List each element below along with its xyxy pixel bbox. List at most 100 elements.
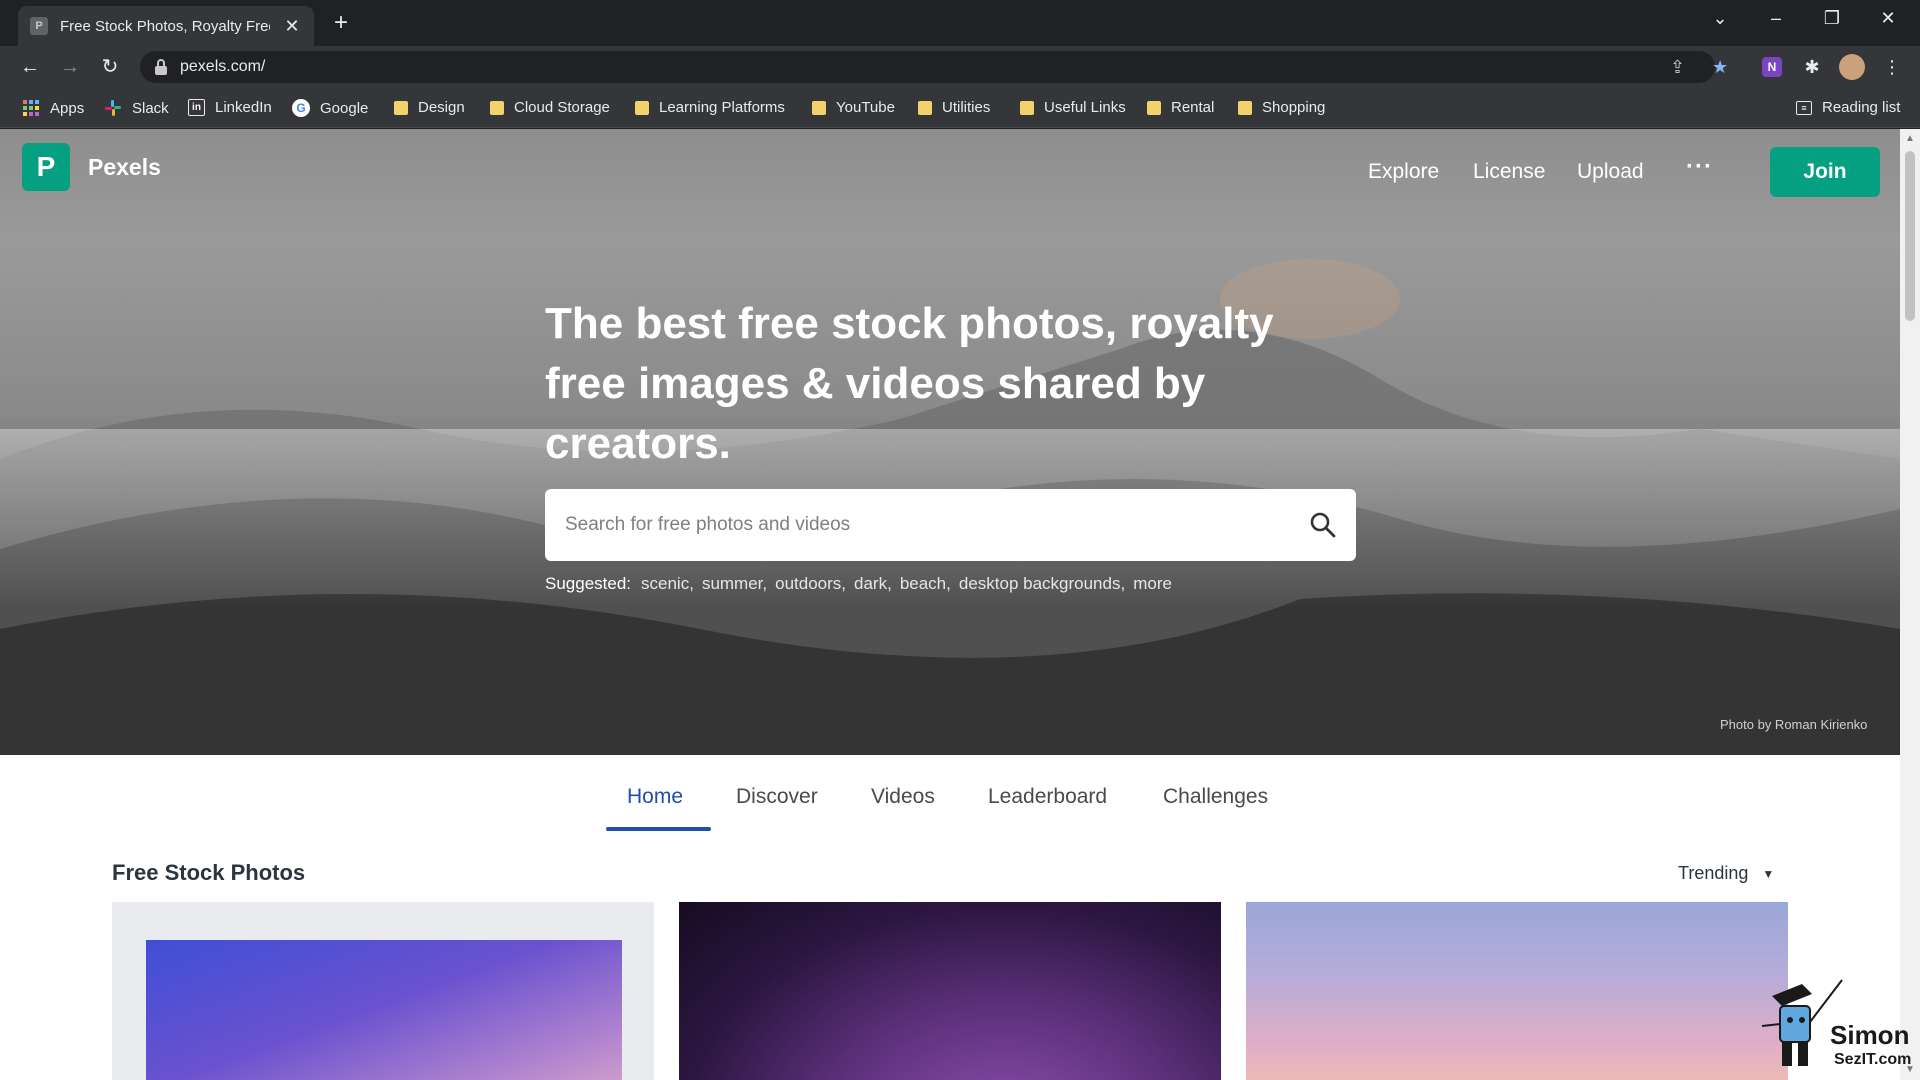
- sort-dropdown[interactable]: Trending ▼: [1678, 863, 1774, 884]
- hero-section: P Pexels Explore License Upload ··· Join…: [0, 129, 1900, 755]
- close-tab-icon[interactable]: ✕: [282, 16, 302, 37]
- suggested-more[interactable]: more: [1133, 574, 1172, 594]
- browser-menu-icon[interactable]: ⋮: [1880, 55, 1904, 79]
- onenote-extension-icon[interactable]: N: [1762, 57, 1782, 77]
- search-input[interactable]: [565, 489, 1305, 561]
- bookmark-slack[interactable]: Slack: [104, 99, 169, 117]
- photo-card[interactable]: [1246, 902, 1788, 1080]
- photo-credit[interactable]: Photo by Roman Kirienko: [1720, 717, 1867, 732]
- bookmark-label: LinkedIn: [215, 99, 272, 116]
- share-icon[interactable]: ⇪: [1670, 57, 1685, 78]
- tab-discover[interactable]: Discover: [736, 785, 818, 809]
- suggested-desktop-backgrounds[interactable]: desktop backgrounds,: [959, 574, 1125, 594]
- scrollbar-thumb[interactable]: [1905, 151, 1915, 321]
- browser-tab[interactable]: P Free Stock Photos, Royalty Free ✕: [18, 6, 314, 46]
- bookmark-label: Design: [418, 99, 465, 116]
- search-box: [545, 489, 1356, 561]
- photo-card[interactable]: [112, 902, 654, 1080]
- bookmark-google[interactable]: G Google: [292, 99, 368, 117]
- bookmark-utilities[interactable]: Utilities: [918, 99, 990, 116]
- tab-leaderboard[interactable]: Leaderboard: [988, 785, 1107, 809]
- bookmark-rental[interactable]: Rental: [1147, 99, 1214, 116]
- back-icon[interactable]: ←: [16, 55, 44, 79]
- bookmark-label: Slack: [132, 99, 169, 117]
- bookmark-cloud-storage[interactable]: Cloud Storage: [490, 99, 610, 116]
- browser-tab-bar: P Free Stock Photos, Royalty Free ✕ + ⌄ …: [0, 0, 1920, 46]
- bookmark-design[interactable]: Design: [394, 99, 465, 116]
- bookmark-apps[interactable]: Apps: [22, 99, 84, 117]
- nav-license[interactable]: License: [1473, 160, 1545, 184]
- join-button[interactable]: Join: [1770, 147, 1880, 197]
- folder-icon: [918, 100, 932, 115]
- bookmark-shopping[interactable]: Shopping: [1238, 99, 1325, 116]
- tab-home[interactable]: Home: [627, 785, 683, 809]
- reading-list-label: Reading list: [1822, 99, 1901, 116]
- bookmarks-bar: Apps Slack in LinkedIn G Google Design C…: [0, 88, 1920, 128]
- nav-upload[interactable]: Upload: [1577, 160, 1644, 184]
- folder-icon: [635, 100, 649, 115]
- photo-card[interactable]: [679, 902, 1221, 1080]
- active-tab-indicator: [606, 827, 711, 831]
- folder-icon: [490, 100, 504, 115]
- suggested-beach[interactable]: beach,: [900, 574, 951, 594]
- watermark-text-2: SezIT.com: [1834, 1051, 1911, 1068]
- folder-icon: [1020, 100, 1034, 115]
- tab-videos[interactable]: Videos: [871, 785, 935, 809]
- tab-search-icon[interactable]: ⌄: [1700, 8, 1740, 29]
- pexels-logo[interactable]: P Pexels: [22, 143, 161, 191]
- bookmark-useful-links[interactable]: Useful Links: [1020, 99, 1126, 116]
- bookmark-star-icon[interactable]: ★: [1712, 57, 1728, 78]
- minimize-icon[interactable]: –: [1756, 8, 1796, 29]
- apps-grid-icon: [22, 99, 40, 117]
- suggested-scenic[interactable]: scenic,: [641, 574, 694, 594]
- suggested-outdoors[interactable]: outdoors,: [775, 574, 846, 594]
- bookmark-label: Shopping: [1262, 99, 1326, 116]
- address-bar[interactable]: pexels.com/ ⇪ ★: [140, 51, 1728, 83]
- lock-icon: [155, 59, 167, 75]
- bookmark-label: Cloud Storage: [514, 99, 610, 116]
- tab-challenges[interactable]: Challenges: [1163, 785, 1268, 809]
- linkedin-icon: in: [188, 99, 205, 116]
- web-page: P Pexels Explore License Upload ··· Join…: [0, 129, 1900, 1080]
- scroll-up-icon[interactable]: ▲: [1905, 133, 1915, 144]
- close-window-icon[interactable]: ✕: [1868, 8, 1908, 29]
- site-name: Pexels: [88, 153, 161, 180]
- folder-icon: [1238, 100, 1252, 115]
- reading-list[interactable]: ≡ Reading list: [1796, 99, 1900, 116]
- watermark-text-1: Simon: [1830, 1020, 1909, 1050]
- restore-icon[interactable]: ❐: [1812, 8, 1852, 29]
- pexels-favicon-icon: P: [30, 17, 48, 35]
- bookmark-learning-platforms[interactable]: Learning Platforms: [635, 99, 785, 116]
- page-scrollbar[interactable]: ▲ ▼: [1900, 129, 1920, 1080]
- more-options-icon[interactable]: ···: [1686, 153, 1713, 181]
- profile-avatar[interactable]: [1839, 54, 1865, 80]
- simonsezit-watermark-logo: Simon SezIT.com: [1761, 979, 1911, 1068]
- folder-icon: [394, 100, 408, 115]
- chevron-down-icon: ▼: [1762, 866, 1775, 881]
- forward-icon[interactable]: →: [56, 55, 84, 79]
- nav-explore[interactable]: Explore: [1368, 160, 1439, 184]
- suggested-searches: Suggested: scenic, summer, outdoors, dar…: [545, 574, 1172, 594]
- bookmark-youtube[interactable]: YouTube: [812, 99, 895, 116]
- search-icon[interactable]: [1309, 511, 1337, 539]
- google-icon: G: [292, 99, 310, 117]
- bookmark-label: Learning Platforms: [659, 99, 785, 116]
- folder-icon: [1147, 100, 1161, 115]
- slack-icon: [104, 99, 122, 117]
- content-tabs: Home Discover Videos Leaderboard Challen…: [0, 755, 1900, 835]
- new-tab-icon[interactable]: +: [326, 9, 356, 39]
- photo-thumbnail: [146, 940, 622, 1080]
- bookmark-label: Useful Links: [1044, 99, 1126, 116]
- hero-headline: The best free stock photos, royalty free…: [545, 299, 1274, 468]
- bookmark-label: Utilities: [942, 99, 991, 116]
- reading-list-icon: ≡: [1796, 100, 1812, 115]
- extensions-puzzle-icon[interactable]: ✱: [1800, 55, 1824, 79]
- bookmark-linkedin[interactable]: in LinkedIn: [188, 99, 272, 116]
- browser-toolbar: ← → ↻ pexels.com/ ⇪ ★ N ✱ ⋮: [0, 46, 1920, 88]
- reload-icon[interactable]: ↻: [96, 55, 124, 79]
- bookmark-label: Apps: [50, 99, 85, 117]
- suggested-dark[interactable]: dark,: [854, 574, 892, 594]
- suggested-summer[interactable]: summer,: [702, 574, 767, 594]
- sort-label: Trending: [1678, 863, 1749, 883]
- suggested-label: Suggested:: [545, 574, 632, 593]
